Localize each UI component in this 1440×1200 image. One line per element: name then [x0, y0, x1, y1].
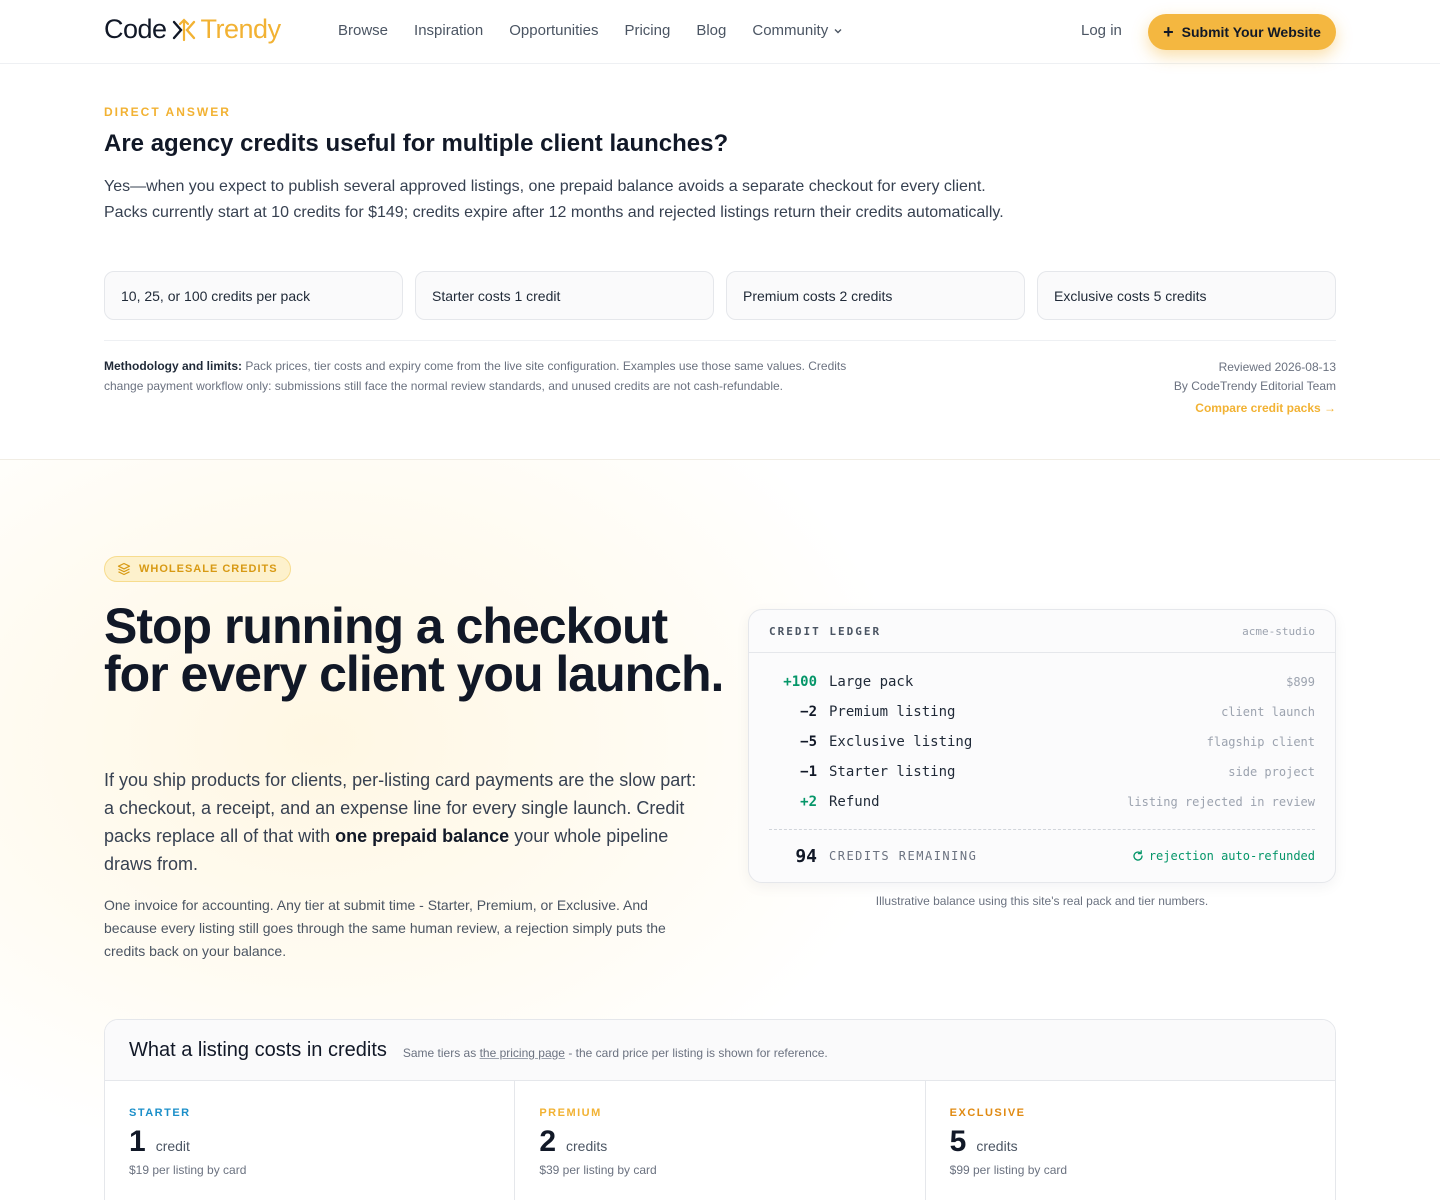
- tier-card-price: $39 per listing by card: [539, 1163, 657, 1177]
- refresh-icon: [1133, 850, 1143, 861]
- costs-sub-b: - the card price per listing is shown fo…: [564, 1046, 828, 1060]
- ledger-title: CREDIT LEDGER: [769, 624, 882, 638]
- nav-community[interactable]: Community: [752, 22, 843, 39]
- ledger-header: CREDIT LEDGER acme-studio: [749, 610, 1335, 653]
- credits-remaining-label: CREDITS REMAINING: [829, 849, 978, 863]
- costs-sub-a: Same tiers as: [402, 1046, 480, 1060]
- ledger-item: Premium listing: [829, 704, 956, 720]
- tier-credits-unit: credits: [976, 1138, 1018, 1154]
- fact-chip: 10, 25, or 100 credits per pack: [104, 271, 403, 320]
- hero-detail: One invoice for accounting. Any tier at …: [104, 897, 666, 959]
- chevron-down-icon: [834, 28, 842, 33]
- ledger-row: +100 Large pack $899: [769, 667, 1315, 697]
- divider: [104, 340, 1336, 341]
- ledger-amount: −2: [800, 704, 817, 720]
- compare-packs-link[interactable]: Compare credit packs →: [1195, 401, 1336, 415]
- ledger-amount: −5: [800, 734, 817, 750]
- nav-pricing[interactable]: Pricing: [624, 22, 670, 39]
- ledger-item: Exclusive listing: [829, 734, 973, 750]
- fact-chips: 10, 25, or 100 credits per pack Starter …: [104, 271, 1336, 320]
- ledger-amount: −1: [800, 764, 817, 780]
- ledger-caption: Illustrative balance using this site's r…: [875, 894, 1209, 908]
- tier-name: PREMIUM: [539, 1107, 602, 1119]
- tier-exclusive: EXCLUSIVE 5 credits $99 per listing by c…: [926, 1081, 1335, 1200]
- tier-credit-cost: 1 credit: [129, 1125, 490, 1159]
- review-author: By CodeTrendy Editorial Team: [1173, 379, 1336, 393]
- tier-name: EXCLUSIVE: [949, 1107, 1026, 1119]
- tier-grid: STARTER 1 credit $19 per listing by card…: [105, 1081, 1335, 1200]
- nav-community-label: Community: [752, 22, 829, 39]
- login-link[interactable]: Log in: [1081, 22, 1122, 39]
- credit-ledger-card: CREDIT LEDGER acme-studio +100 Large pac…: [748, 609, 1336, 883]
- plus-icon: +: [1163, 22, 1174, 42]
- ledger-row: +2 Refund listing rejected in review: [769, 787, 1315, 817]
- fact-chip: Starter costs 1 credit: [415, 271, 714, 320]
- stack-icon: [117, 562, 131, 576]
- ledger-item: Large pack: [829, 674, 914, 690]
- nav-blog[interactable]: Blog: [696, 22, 726, 39]
- review-meta: Reviewed 2026-08-13 By CodeTrendy Editor…: [1174, 358, 1336, 396]
- tier-credits-value: 5: [949, 1125, 967, 1158]
- direct-answer-body: Yes—when you expect to publish several a…: [104, 178, 1004, 221]
- tier-card-price: $99 per listing by card: [949, 1163, 1068, 1177]
- ledger-note: client launch: [1221, 705, 1315, 719]
- hero-intro: If you ship products for clients, per-li…: [104, 766, 704, 878]
- ledger-item: Starter listing: [829, 764, 956, 780]
- ledger-row: −2 Premium listing client launch: [769, 697, 1315, 727]
- ledger-row: −1 Starter listing side project: [769, 757, 1315, 787]
- site-header: Code Trendy Browse Inspiration Opportuni…: [0, 0, 1440, 64]
- ledger-account: acme-studio: [1242, 624, 1315, 638]
- hero-title: Stop running a checkout for every client…: [104, 598, 724, 702]
- tier-credit-cost: 2 credits: [539, 1125, 900, 1159]
- tier-starter: STARTER 1 credit $19 per listing by card: [105, 1081, 516, 1200]
- fact-chip: Premium costs 2 credits: [726, 271, 1025, 320]
- ledger-amount: +2: [800, 794, 817, 810]
- tier-credits-unit: credits: [566, 1138, 608, 1154]
- refund-status: rejection auto-refunded: [1132, 849, 1315, 863]
- logo-trendy-text: Trendy: [200, 14, 282, 44]
- costs-header: What a listing costs in credits Same tie…: [105, 1020, 1335, 1081]
- ledger-amount: +100: [783, 674, 817, 690]
- reviewed-date: Reviewed 2026-08-13: [1218, 360, 1336, 374]
- methodology-note: Methodology and limits: Pack prices, tie…: [104, 357, 854, 396]
- logo-code-text: Code: [104, 14, 167, 44]
- ledger-row: −5 Exclusive listing flagship client: [769, 727, 1315, 757]
- badge-label: WHOLESALE CREDITS: [139, 563, 278, 575]
- wholesale-credits-badge: WHOLESALE CREDITS: [104, 556, 291, 582]
- costs-subtitle: Same tiers as the pricing page - the car…: [403, 1046, 828, 1060]
- main-nav: Browse Inspiration Opportunities Pricing…: [338, 22, 869, 39]
- credits-remaining-value: 94: [795, 845, 817, 867]
- tier-credit-cost: 5 credits: [950, 1125, 1311, 1159]
- tier-credits-value: 1: [129, 1125, 146, 1158]
- costs-title: What a listing costs in credits: [129, 1038, 387, 1061]
- ledger-rows: +100 Large pack $899 −2 Premium listing …: [749, 653, 1335, 882]
- methodology-label: Methodology and limits:: [104, 359, 242, 373]
- nav-browse[interactable]: Browse: [338, 22, 388, 39]
- ledger-total: 94 CREDITS REMAINING rejection auto-refu…: [769, 830, 1315, 882]
- tier-name: STARTER: [129, 1107, 191, 1119]
- tier-premium: PREMIUM 2 credits $39 per listing by car…: [515, 1081, 926, 1200]
- direct-answer-eyebrow: DIRECT ANSWER: [104, 105, 231, 119]
- tier-credits-unit: credit: [155, 1138, 190, 1154]
- hero-intro-bold: one prepaid balance: [335, 826, 510, 846]
- logo-mark-icon: [172, 17, 195, 41]
- nav-opportunities[interactable]: Opportunities: [509, 22, 598, 39]
- listing-costs-card: What a listing costs in credits Same tie…: [104, 1019, 1336, 1200]
- tier-card-price: $19 per listing by card: [129, 1163, 247, 1177]
- ledger-note: side project: [1228, 765, 1315, 779]
- fact-chip: Exclusive costs 5 credits: [1037, 271, 1336, 320]
- ledger-note: $899: [1286, 675, 1315, 689]
- tier-credits-value: 2: [539, 1125, 557, 1158]
- nav-inspiration[interactable]: Inspiration: [414, 22, 483, 39]
- pricing-page-link[interactable]: the pricing page: [480, 1046, 565, 1060]
- ledger-item: Refund: [829, 794, 880, 810]
- refund-status-label: rejection auto-refunded: [1148, 849, 1315, 863]
- logo[interactable]: Code Trendy: [104, 14, 281, 45]
- submit-website-label: Submit Your Website: [1181, 24, 1321, 40]
- ledger-note: listing rejected in review: [1127, 795, 1315, 809]
- ledger-note: flagship client: [1206, 735, 1315, 749]
- submit-website-button[interactable]: + Submit Your Website: [1148, 14, 1336, 50]
- direct-answer-title: Are agency credits useful for multiple c…: [104, 130, 729, 157]
